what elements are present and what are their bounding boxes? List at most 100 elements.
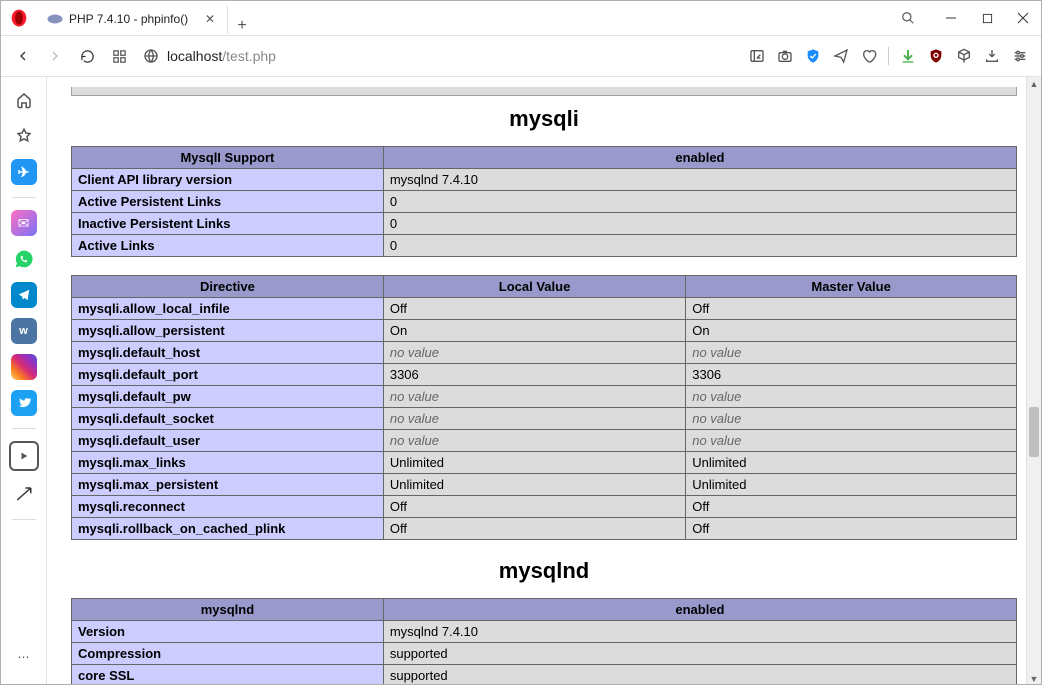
toolbar-extensions (744, 47, 1033, 65)
home-icon[interactable] (11, 87, 37, 113)
toolbar-divider (888, 47, 889, 65)
cell-key: mysqli.allow_persistent (72, 320, 384, 342)
table-row: Versionmysqlnd 7.4.10 (72, 621, 1017, 643)
th: mysqlnd (72, 599, 384, 621)
shield-check-icon[interactable] (804, 47, 822, 65)
table-row: mysqli.default_hostno valueno value (72, 342, 1017, 364)
maximize-button[interactable] (969, 1, 1005, 35)
cell-key: Active Links (72, 235, 384, 257)
cell-val: 0 (383, 235, 1016, 257)
table-row: mysqli.allow_local_infileOffOff (72, 298, 1017, 320)
cell-val: Unlimited (383, 474, 685, 496)
opera-menu-button[interactable] (1, 1, 37, 35)
table-row: mysqli.reconnectOffOff (72, 496, 1017, 518)
instagram-icon[interactable] (11, 354, 37, 380)
cell-key: mysqli.default_pw (72, 386, 384, 408)
camera-icon[interactable] (776, 47, 794, 65)
vertical-scrollbar[interactable]: ▲ ▼ (1026, 77, 1041, 685)
new-tab-button[interactable]: + (228, 17, 256, 35)
cell-key: Active Persistent Links (72, 191, 384, 213)
sidebar: ✈ ✉ w ⋯ (1, 77, 47, 685)
cell-key: mysqli.default_socket (72, 408, 384, 430)
messenger-icon[interactable]: ✉ (11, 210, 37, 236)
bookmark-icon[interactable] (11, 123, 37, 149)
sidebar-divider (12, 428, 36, 429)
cell-val: Off (686, 518, 1017, 540)
flow-icon[interactable] (11, 481, 37, 507)
table-row: mysqli.default_port33063306 (72, 364, 1017, 386)
mysqli-directives-table: Directive Local Value Master Value mysql… (71, 275, 1017, 540)
url-field[interactable]: localhost/test.php (137, 42, 740, 70)
cell-val: mysqlnd 7.4.10 (383, 621, 1016, 643)
cell-val: no value (686, 386, 1017, 408)
table-row: Client API library versionmysqlnd 7.4.10 (72, 169, 1017, 191)
table-row: mysqli.max_linksUnlimitedUnlimited (72, 452, 1017, 474)
sidebar-divider (12, 197, 36, 198)
table-row: Inactive Persistent Links0 (72, 213, 1017, 235)
heart-icon[interactable] (860, 47, 878, 65)
page-viewport: mysqli MysqlI Support enabled Client API… (47, 77, 1041, 685)
mysqlnd-support-table: mysqlnd enabled Versionmysqlnd 7.4.10Com… (71, 598, 1017, 685)
cell-key: mysqli.default_host (72, 342, 384, 364)
cell-key: mysqli.rollback_on_cached_plink (72, 518, 384, 540)
download-arrow-icon[interactable] (899, 47, 917, 65)
cell-val: On (686, 320, 1017, 342)
whatsapp-icon[interactable] (11, 246, 37, 272)
th: Master Value (686, 276, 1017, 298)
cell-key: Client API library version (72, 169, 384, 191)
table-row: mysqli.max_persistentUnlimitedUnlimited (72, 474, 1017, 496)
tab-strip: PHP 7.4.10 - phpinfo() ✕ + (37, 1, 883, 35)
extensions-cube-icon[interactable] (955, 47, 973, 65)
cell-val: Off (686, 298, 1017, 320)
browser-window: PHP 7.4.10 - phpinfo() ✕ + (0, 0, 1042, 685)
phpinfo-page: mysqli MysqlI Support enabled Client API… (47, 77, 1041, 685)
site-info-icon[interactable] (143, 48, 159, 64)
section-heading: mysqlnd (71, 558, 1017, 584)
cell-val: 0 (383, 191, 1016, 213)
back-button[interactable] (9, 42, 37, 70)
window-controls (883, 1, 1041, 35)
twitter-icon[interactable] (11, 390, 37, 416)
cell-key: Inactive Persistent Links (72, 213, 384, 235)
speed-dial-button[interactable] (105, 42, 133, 70)
minimize-button[interactable] (933, 1, 969, 35)
close-window-button[interactable] (1005, 1, 1041, 35)
cell-val: no value (383, 408, 685, 430)
cell-val: no value (383, 430, 685, 452)
scroll-up-arrow[interactable]: ▲ (1027, 77, 1041, 91)
table-row: Compressionsupported (72, 643, 1017, 665)
vk-icon[interactable]: w (11, 318, 37, 344)
player-icon[interactable] (9, 441, 39, 471)
scroll-thumb[interactable] (1029, 407, 1039, 457)
flight-icon[interactable]: ✈ (11, 159, 37, 185)
scroll-down-arrow[interactable]: ▼ (1027, 672, 1041, 685)
prev-section-bottom (71, 87, 1017, 96)
th: enabled (383, 599, 1016, 621)
table-row: core SSLsupported (72, 665, 1017, 685)
cell-val: Off (383, 518, 685, 540)
cell-val: supported (383, 643, 1016, 665)
telegram-icon[interactable] (11, 282, 37, 308)
cell-val: mysqlnd 7.4.10 (383, 169, 1016, 191)
tab-active[interactable]: PHP 7.4.10 - phpinfo() ✕ (37, 4, 228, 35)
downloads-icon[interactable] (983, 47, 1001, 65)
table-row: Active Links0 (72, 235, 1017, 257)
mysqli-support-table: MysqlI Support enabled Client API librar… (71, 146, 1017, 257)
cell-val: Unlimited (383, 452, 685, 474)
sidebar-more-icon[interactable]: ⋯ (11, 644, 37, 670)
forward-button[interactable] (41, 42, 69, 70)
page-scroll[interactable]: mysqli MysqlI Support enabled Client API… (47, 77, 1041, 685)
snapshot-icon[interactable] (748, 47, 766, 65)
cell-val: Off (383, 496, 685, 518)
close-tab-icon[interactable]: ✕ (203, 12, 217, 26)
ublock-icon[interactable] (927, 47, 945, 65)
search-in-open-tabs-icon[interactable] (883, 1, 933, 35)
table-row: mysqli.default_userno valueno value (72, 430, 1017, 452)
cell-val: no value (686, 430, 1017, 452)
send-icon[interactable] (832, 47, 850, 65)
cell-val: Off (686, 496, 1017, 518)
reload-button[interactable] (73, 42, 101, 70)
address-bar: localhost/test.php (1, 36, 1041, 77)
easy-setup-icon[interactable] (1011, 47, 1029, 65)
table-row: mysqli.default_socketno valueno value (72, 408, 1017, 430)
